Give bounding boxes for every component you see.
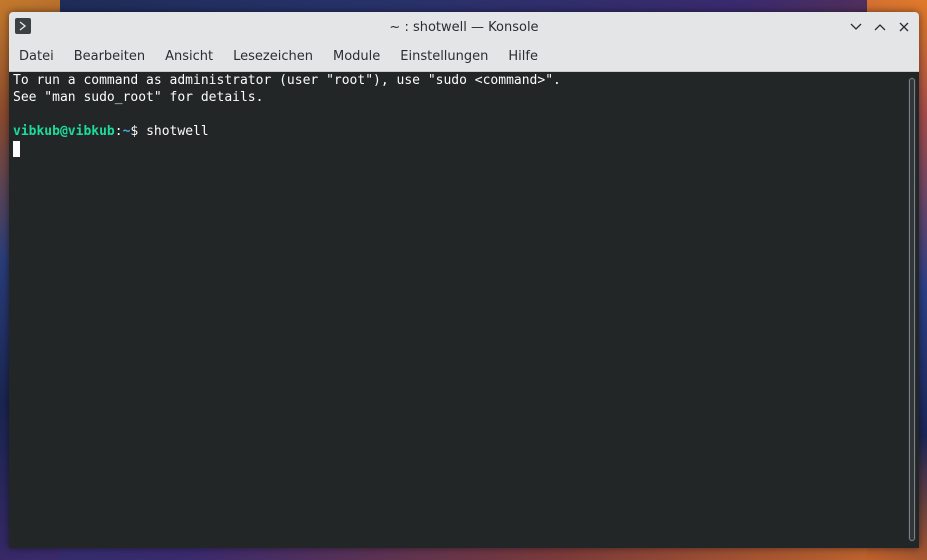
menu-hilfe[interactable]: Hilfe [498, 42, 548, 71]
text-cursor [13, 141, 20, 157]
menu-module[interactable]: Module [323, 42, 390, 71]
menu-bearbeiten[interactable]: Bearbeiten [64, 42, 155, 71]
terminal-cursor-line [13, 140, 919, 157]
prompt-symbol: $ [130, 124, 147, 139]
konsole-window: ~ : shotwell — Konsole Datei Bearbeiten … [9, 12, 919, 548]
window-title: ~ : shotwell — Konsole [389, 19, 539, 35]
scrollbar[interactable] [908, 77, 916, 542]
terminal-command: shotwell [146, 124, 209, 139]
menu-einstellungen[interactable]: Einstellungen [390, 42, 498, 71]
terminal-output[interactable]: To run a command as administrator (user … [9, 72, 919, 548]
terminal-line: To run a command as administrator (user … [13, 73, 561, 88]
menu-ansicht[interactable]: Ansicht [155, 42, 223, 71]
prompt-user: vibkub@vibkub [13, 124, 115, 139]
menu-datei[interactable]: Datei [9, 42, 64, 71]
menubar: Datei Bearbeiten Ansicht Lesezeichen Mod… [9, 42, 919, 72]
close-icon[interactable] [895, 18, 913, 36]
window-controls [847, 12, 913, 42]
titlebar[interactable]: ~ : shotwell — Konsole [9, 12, 919, 42]
prompt-separator: : [114, 124, 123, 139]
maximize-icon[interactable] [871, 18, 889, 36]
minimize-icon[interactable] [847, 18, 865, 36]
scrollbar-thumb[interactable] [909, 78, 915, 541]
menu-lesezeichen[interactable]: Lesezeichen [223, 42, 323, 71]
terminal-line: See "man sudo_root" for details. [13, 90, 264, 105]
terminal-prompt-line: vibkub@vibkub:~$ shotwell [13, 123, 919, 140]
